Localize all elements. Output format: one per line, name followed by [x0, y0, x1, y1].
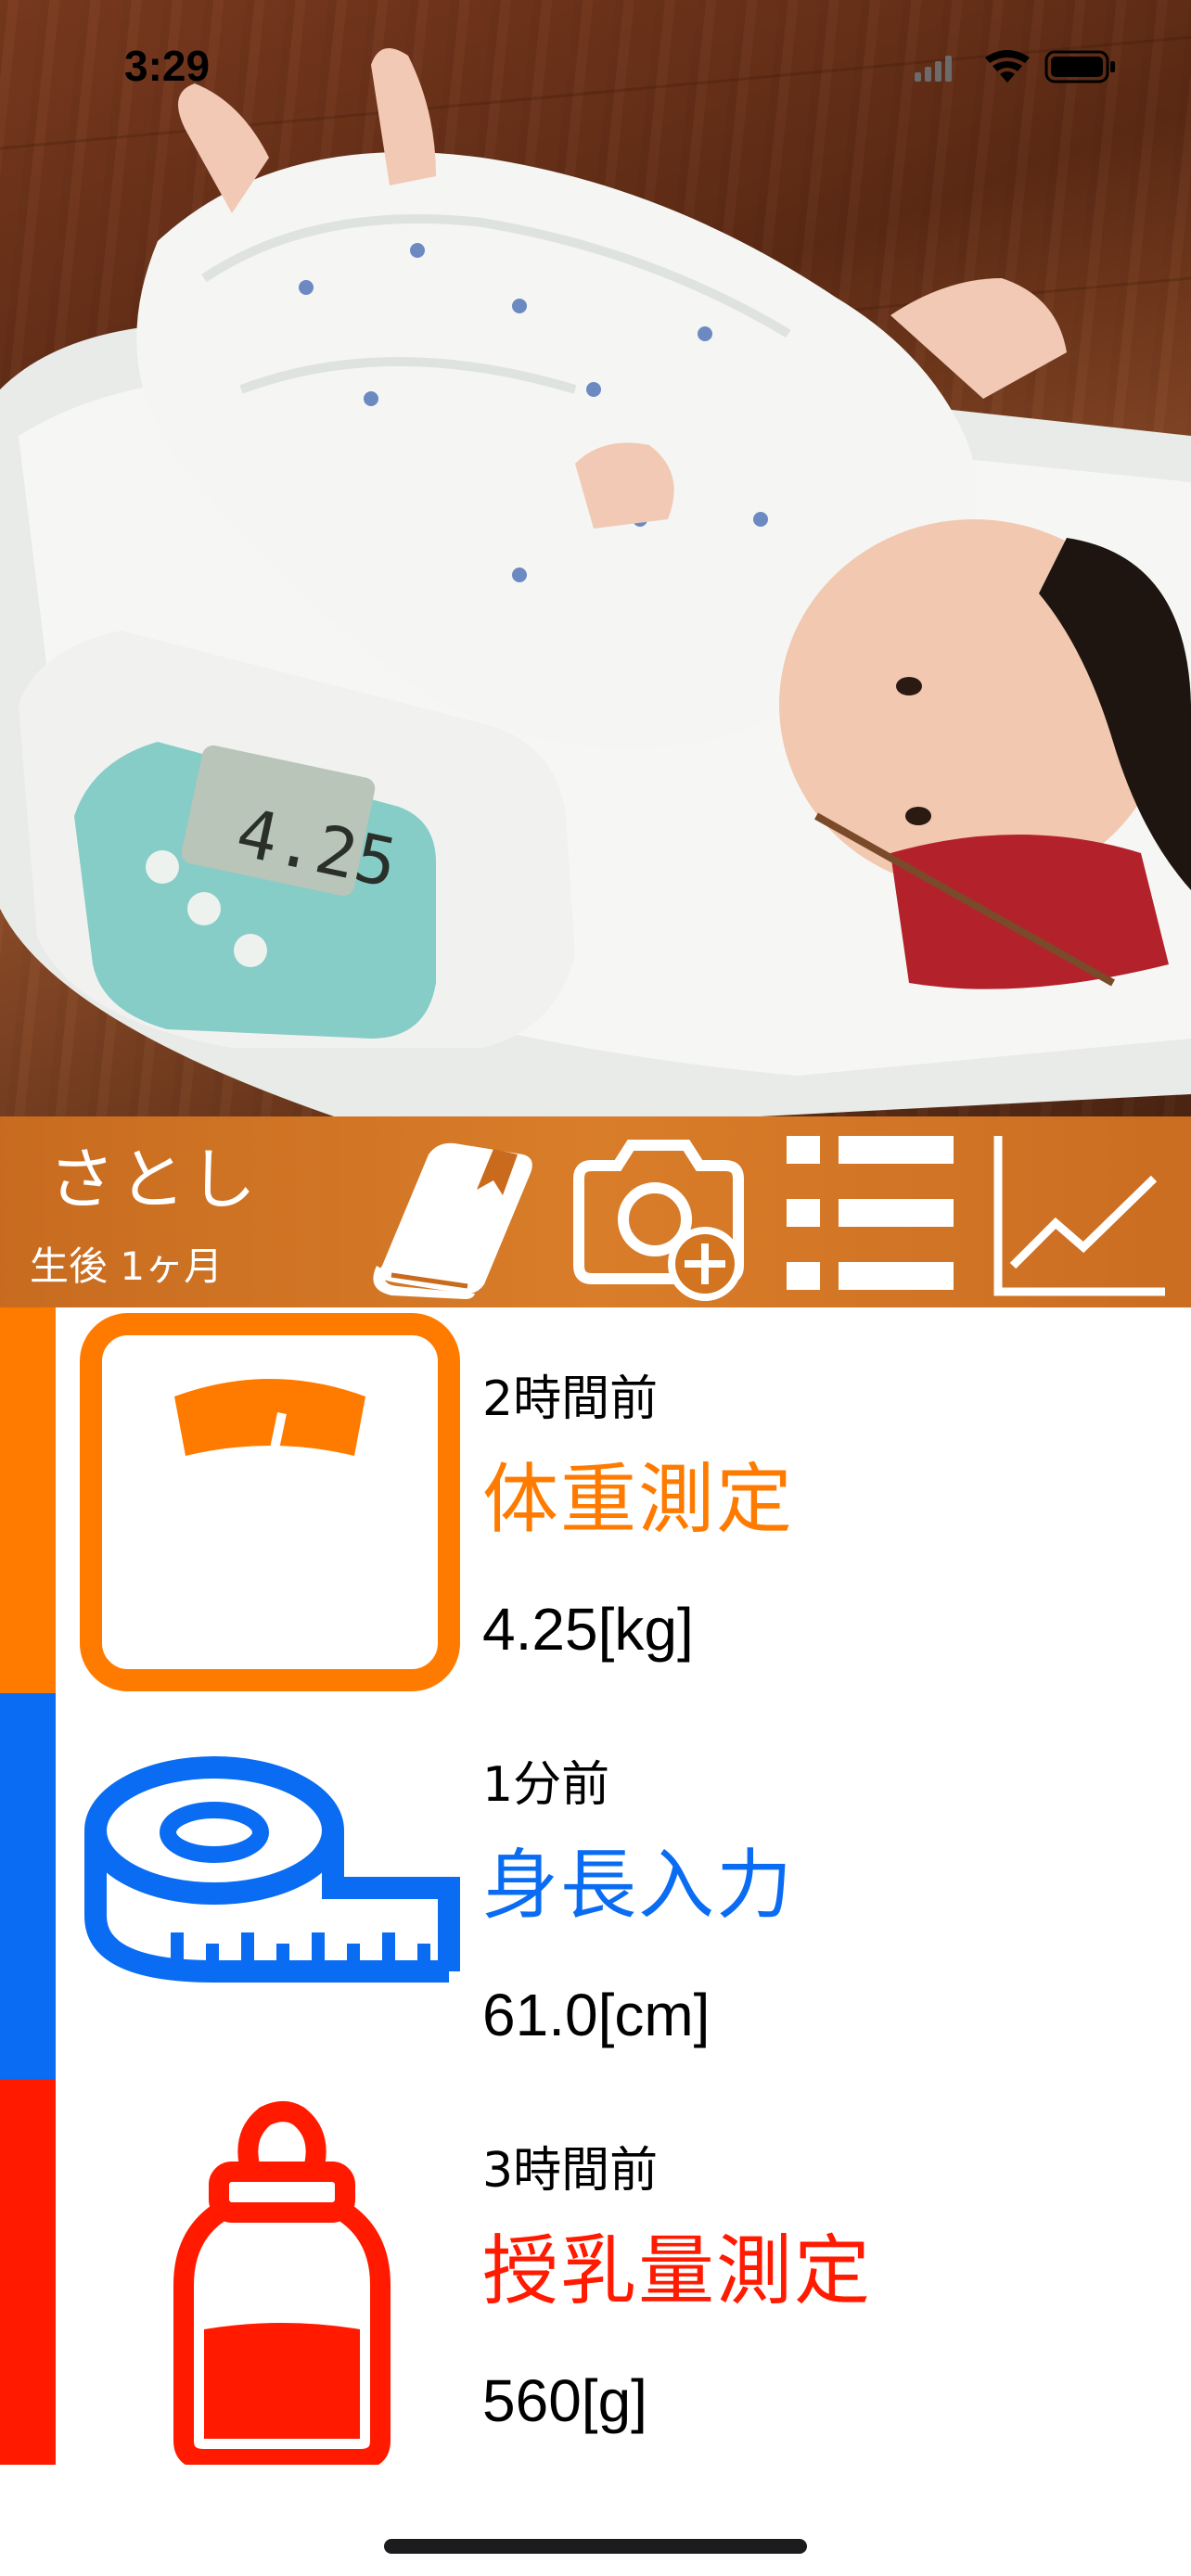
status-time: 3:29 — [124, 42, 211, 90]
child-name[interactable]: さとし — [48, 1125, 260, 1222]
battery-icon — [1044, 50, 1115, 83]
child-age: 生後 1ヶ月 — [30, 1243, 224, 1289]
line-chart-icon — [993, 1136, 1165, 1296]
camera-add-icon — [573, 1140, 744, 1301]
record-time: 3時間前 — [482, 2143, 659, 2199]
status-icons — [915, 50, 1115, 83]
record-time: 2時間前 — [482, 1371, 659, 1427]
status-bar: 3:29 — [0, 0, 1191, 130]
baby-bottle-icon — [173, 2101, 391, 2465]
record-row-weight[interactable]: 2時間前 体重測定 4.25[kg] — [0, 1307, 1191, 1693]
scale-icon — [80, 1313, 460, 1691]
record-time: 1分前 — [482, 1757, 610, 1813]
add-photo-button[interactable] — [566, 1127, 751, 1303]
wifi-icon — [985, 50, 1030, 83]
list-icon — [787, 1136, 954, 1290]
cellular-icon — [915, 56, 952, 82]
baby-on-scale-photo: 4.25 — [0, 35, 1191, 1116]
record-value: 4.25[kg] — [482, 1596, 694, 1663]
record-title: 身長入力 — [482, 1842, 795, 1930]
list-button[interactable] — [781, 1127, 959, 1303]
record-row-feeding[interactable]: 3時間前 授乳量測定 560[g] — [0, 2079, 1191, 2465]
hero-photo: 4.25 — [0, 0, 1191, 1116]
diary-button[interactable] — [354, 1127, 540, 1303]
record-title: 体重測定 — [482, 1456, 795, 1544]
home-indicator[interactable] — [384, 2539, 807, 2554]
measuring-tape-icon — [84, 1756, 460, 1983]
record-value: 61.0[cm] — [482, 1982, 711, 2048]
row-accent-height — [0, 1693, 56, 2079]
book-icon — [373, 1142, 532, 1299]
graph-button[interactable] — [991, 1127, 1172, 1303]
record-value: 560[g] — [482, 2367, 647, 2434]
record-title: 授乳量測定 — [482, 2227, 873, 2315]
row-accent-feeding — [0, 2079, 56, 2465]
record-row-height[interactable]: 1分前 身長入力 61.0[cm] — [0, 1693, 1191, 2079]
row-accent-weight — [0, 1307, 56, 1693]
